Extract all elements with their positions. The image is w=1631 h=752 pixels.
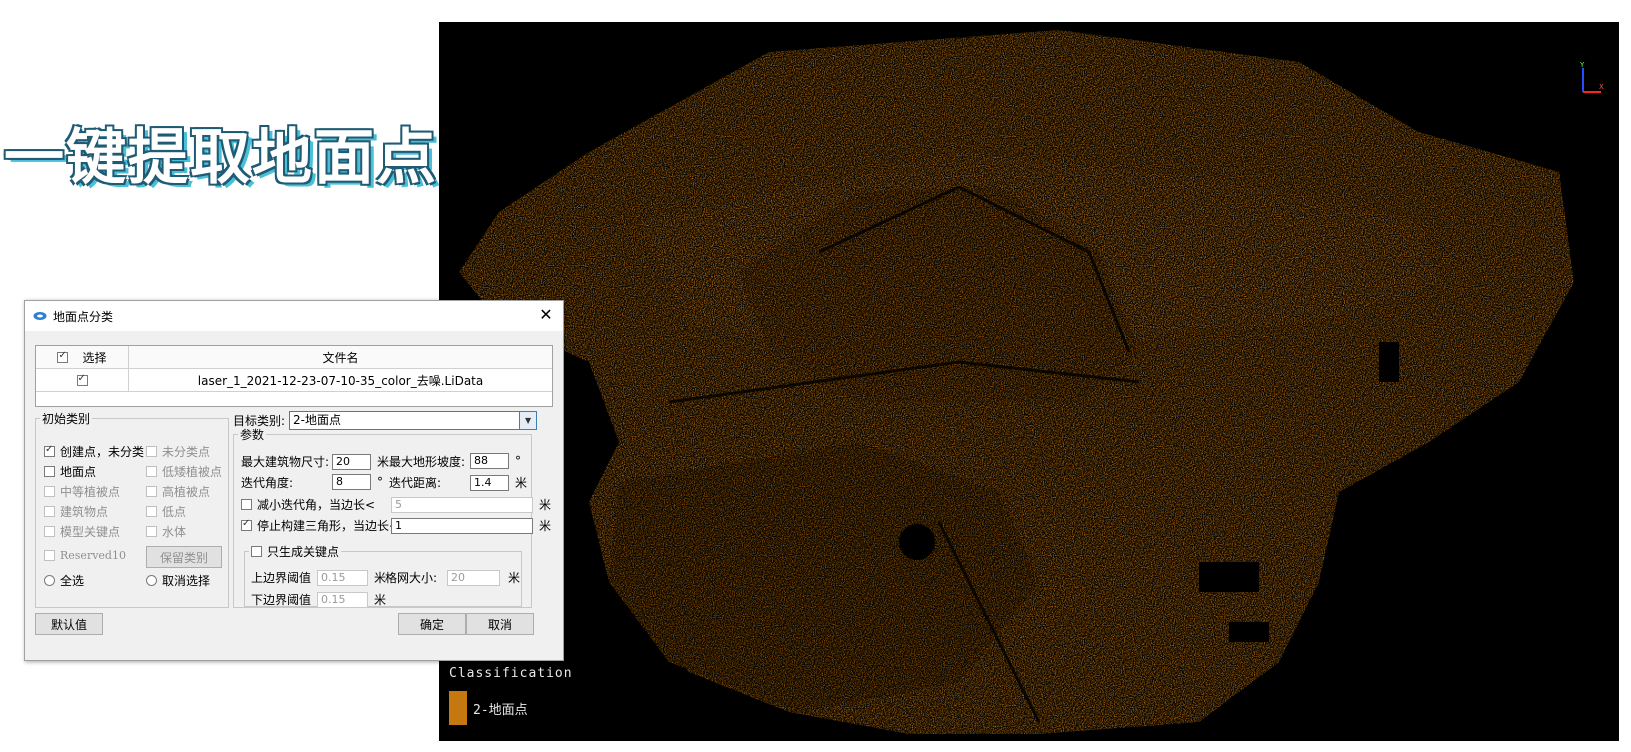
iter-angle-label: 迭代角度:: [241, 476, 294, 490]
legend-swatch: [449, 691, 467, 725]
ground-classification-dialog: 地面点分类 ✕ 选择 文件名 laser_1_2021-12-23-07-10-…: [24, 300, 564, 661]
unit-degree: °: [515, 454, 521, 468]
class-low-vegetation: 低矮植被点: [146, 463, 222, 480]
point-cloud-render: [459, 30, 1574, 734]
stop-triangle-checkbox[interactable]: 停止构建三角形，当边长<: [241, 517, 399, 534]
file-select-checkbox[interactable]: [76, 373, 88, 386]
select-all-radio[interactable]: 全选: [44, 572, 84, 589]
unit-degree: °: [377, 475, 383, 489]
keypoints-group: 只生成关键点 上边界阈值 0.15 米 格网大小: 20 米 下边界阈值 0.1…: [244, 543, 522, 608]
class-medium-vegetation: 中等植被点: [44, 483, 120, 500]
grid-size-input: 20: [447, 569, 501, 586]
iter-dist-input[interactable]: 1.4: [470, 474, 509, 491]
col-select-header: 选择: [82, 350, 107, 365]
keypoints-checkbox[interactable]: 只生成关键点: [249, 543, 341, 560]
class-low-point: 低点: [146, 503, 186, 520]
app-logo-icon: [33, 312, 47, 320]
dialog-title: 地面点分类: [53, 309, 114, 324]
max-slope-label: 最大地形坡度:: [389, 455, 466, 469]
class-unclassified: 未分类点: [146, 443, 210, 460]
keep-class-button: 保留类别: [146, 546, 222, 568]
class-model-keypoint: 模型关键点: [44, 523, 120, 540]
point-cloud-viewer[interactable]: Y X Classification 2-地面点: [439, 22, 1619, 741]
unit-meter: 米: [374, 593, 387, 607]
upper-threshold-label: 上边界阈值: [251, 571, 312, 585]
class-water: 水体: [146, 523, 186, 540]
unit-meter: 米: [539, 519, 552, 533]
close-icon[interactable]: ✕: [537, 306, 555, 324]
class-ground[interactable]: 地面点: [44, 463, 96, 480]
unit-meter: 米: [515, 476, 528, 490]
classification-title: Classification: [449, 666, 573, 681]
file-name-cell: laser_1_2021-12-23-07-10-35_color_去噪.LiD…: [197, 373, 484, 388]
unit-meter: 米: [539, 498, 552, 512]
table-row[interactable]: laser_1_2021-12-23-07-10-35_color_去噪.LiD…: [36, 369, 552, 392]
ok-button[interactable]: 确定: [398, 613, 466, 635]
axis-y-label: Y: [1579, 61, 1585, 69]
params-group: 参数 最大建筑物尺寸: 20 米 最大地形坡度: 88 ° 迭代角度: 8 ° …: [233, 426, 551, 608]
iter-dist-label: 迭代距离:: [389, 476, 442, 490]
max-building-input[interactable]: 20: [332, 453, 371, 470]
lower-threshold-input: 0.15: [317, 591, 369, 608]
classification-legend: Classification 2-地面点: [449, 666, 573, 725]
table-header: 选择 文件名: [36, 346, 552, 369]
select-all-files-checkbox[interactable]: [57, 350, 69, 363]
unit-meter: 米: [508, 571, 521, 585]
initial-class-group: 初始类别 创建点，未分类 未分类点 地面点 低矮植被点 中等植被点 高植被点 建…: [35, 410, 229, 608]
upper-threshold-input: 0.15: [317, 569, 369, 586]
class-high-vegetation: 高植被点: [146, 483, 210, 500]
col-filename-header: 文件名: [322, 350, 359, 365]
class-created-unclassified[interactable]: 创建点，未分类: [44, 443, 144, 460]
dialog-titlebar[interactable]: 地面点分类 ✕: [25, 301, 563, 331]
axis-gizmo-icon: Y X: [1579, 61, 1604, 93]
axis-x-label: X: [1599, 83, 1604, 91]
grid-size-label: 格网大小:: [385, 571, 438, 585]
reduce-angle-input: 5: [391, 496, 533, 513]
default-values-button[interactable]: 默认值: [35, 613, 103, 635]
lower-threshold-label: 下边界阈值: [251, 593, 312, 607]
iter-angle-input[interactable]: 8: [332, 474, 371, 490]
max-slope-input[interactable]: 88: [470, 453, 509, 469]
stop-triangle-input[interactable]: 1: [391, 517, 533, 534]
initial-class-legend: 初始类别: [42, 412, 91, 426]
reduce-angle-checkbox[interactable]: 减小迭代角，当边长<: [241, 496, 375, 513]
deselect-radio[interactable]: 取消选择: [146, 572, 210, 589]
cancel-button[interactable]: 取消: [466, 613, 534, 635]
max-building-label: 最大建筑物尺寸:: [241, 455, 330, 469]
legend-label: 2-地面点: [473, 702, 528, 718]
class-building: 建筑物点: [44, 503, 108, 520]
class-reserved10: Reserved10: [44, 549, 126, 562]
headline: 一键提取地面点: [4, 123, 438, 193]
unit-meter: 米: [377, 455, 390, 469]
params-legend: 参数: [240, 428, 265, 442]
file-table: 选择 文件名 laser_1_2021-12-23-07-10-35_color…: [35, 345, 553, 407]
